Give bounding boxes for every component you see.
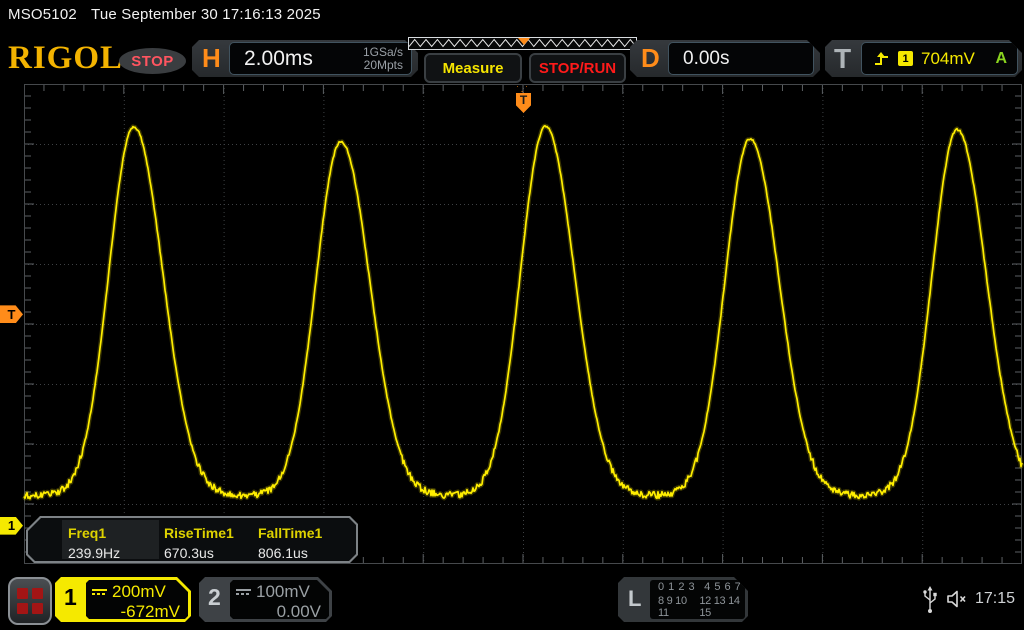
dc-coupling-icon (92, 587, 107, 597)
datetime-text: Tue September 30 17:16:13 2025 (91, 6, 321, 23)
horizontal-timebase-chip[interactable]: H 2.00ms 1GSa/s 20Mpts (192, 40, 418, 77)
digital-channels-4-7: 4 5 6 7 (704, 580, 742, 593)
digital-channels-8-11: 8 9 10 11 (658, 594, 687, 619)
trigger-mode: A (995, 49, 1007, 67)
window-title: MSO5102 Tue September 30 17:16:13 2025 (8, 6, 321, 23)
logic-analyzer-label: L (628, 586, 642, 611)
measurement-panel-body: Freq1 239.9Hz RiseTime1 670.3us FallTime… (28, 518, 356, 561)
timebase-box[interactable]: 2.00ms 1GSa/s 20Mpts (229, 42, 412, 75)
measurement-item[interactable]: Freq1 239.9Hz (68, 518, 120, 561)
measurement-value: 670.3us (164, 545, 214, 561)
delay-chip[interactable]: D 0.00s (630, 40, 820, 77)
channel1-chip[interactable]: 1 200mV -672mV (55, 577, 191, 622)
memory-depth: 20Mpts (363, 57, 403, 72)
channel1-number: 1 (64, 584, 77, 610)
acquisition-info: 1GSa/s 20Mpts (363, 46, 403, 72)
horizontal-label: H (202, 43, 221, 73)
measurement-value: 806.1us (258, 545, 308, 561)
delay-box[interactable]: 0.00s (668, 42, 814, 75)
digital-channels-box: 0 1 2 3 4 5 6 7 8 9 10 11 12 13 14 15 (650, 580, 745, 619)
channel1-offset: -672mV (120, 602, 180, 621)
channel2-scale: 100mV (256, 582, 310, 601)
sample-rate: 1GSa/s (362, 44, 403, 59)
measurement-item[interactable]: RiseTime1 670.3us (164, 518, 234, 561)
speaker-muted-icon (947, 590, 966, 608)
measurement-label: FallTime1 (258, 525, 323, 541)
channel1-settings: 200mV -672mV (86, 580, 188, 619)
timebase-value: 2.00ms (244, 46, 313, 70)
trigger-label: T (834, 43, 852, 74)
measurement-item[interactable]: FallTime1 806.1us (258, 518, 322, 561)
trigger-chip[interactable]: T 1 704mV A (825, 40, 1022, 77)
channel1-scale: 200mV (112, 582, 166, 601)
clock-text: 17:15 (975, 590, 1016, 607)
delay-label: D (641, 43, 660, 73)
measurement-panel[interactable]: Freq1 239.9Hz RiseTime1 670.3us FallTime… (26, 516, 358, 563)
trigger-box[interactable]: 1 704mV A (861, 42, 1018, 75)
channel2-chip[interactable]: 2 100mV 0.00V (199, 577, 332, 622)
digital-channels-12-15: 12 13 14 15 (699, 594, 740, 619)
logic-analyzer-chip[interactable]: L 0 1 2 3 4 5 6 7 8 9 10 11 12 13 14 15 (618, 577, 748, 622)
stop-run-button[interactable]: STOP/RUN (529, 53, 626, 83)
model-name: MSO5102 (8, 6, 77, 23)
usb-icon (923, 586, 937, 613)
overview-position-marker[interactable] (518, 38, 530, 45)
delay-value: 0.00s (683, 47, 730, 69)
digital-channels-0-3: 0 1 2 3 (658, 580, 696, 593)
measure-button[interactable]: Measure (424, 53, 522, 83)
channel2-settings: 100mV 0.00V (230, 580, 329, 619)
trigger-source-badge: 1 (898, 51, 913, 66)
channel2-number: 2 (208, 584, 221, 610)
menu-button[interactable] (8, 577, 52, 625)
channel2-offset: 0.00V (276, 602, 321, 621)
rigol-logo: RIGOL (8, 40, 124, 76)
measurement-label: RiseTime1 (164, 525, 234, 541)
acquisition-status-badge: STOP (119, 48, 186, 74)
measurement-label: Freq1 (68, 525, 107, 541)
trigger-slope-icon (874, 51, 890, 66)
menu-grid-icon (17, 588, 43, 614)
waveform-display (22, 84, 1024, 564)
measurement-value: 239.9Hz (68, 545, 121, 561)
trigger-level-value: 704mV (921, 48, 975, 68)
dc-coupling-icon (236, 587, 251, 597)
